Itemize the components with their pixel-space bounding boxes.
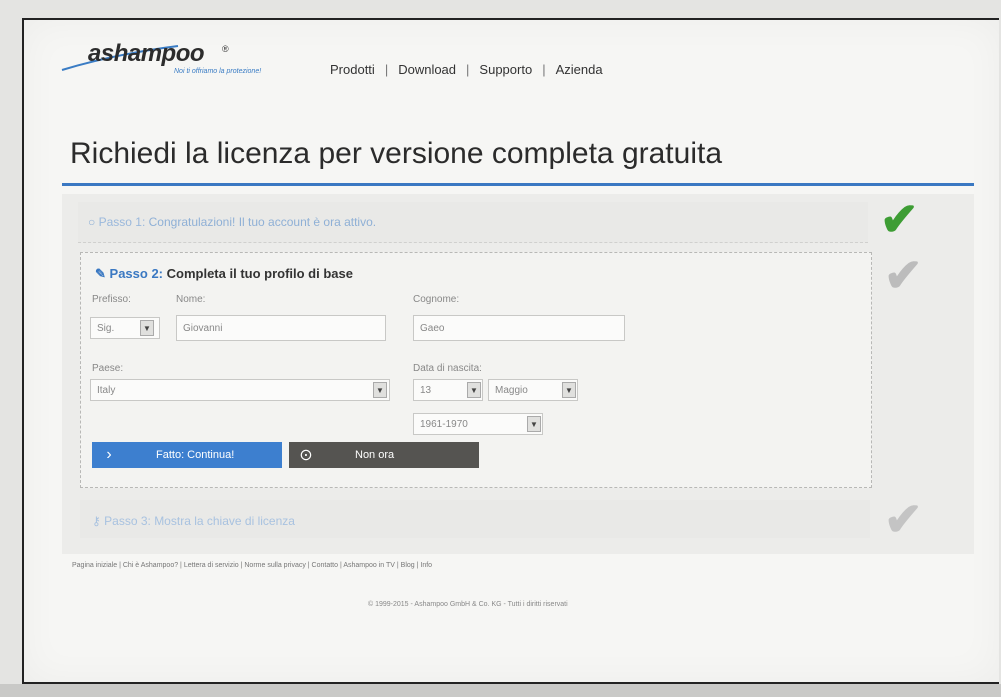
step-3-text: Mostra la chiave di licenza bbox=[154, 514, 295, 528]
nav-supporto[interactable]: Supporto bbox=[479, 62, 532, 77]
select-arrow-icon[interactable]: ▼ bbox=[562, 382, 576, 398]
main-nav: Prodotti | Download | Supporto | Azienda bbox=[330, 62, 603, 77]
pencil-icon: ✎ bbox=[95, 266, 106, 281]
step-1-prefix: Passo 1: bbox=[98, 215, 146, 229]
nav-azienda[interactable]: Azienda bbox=[556, 62, 603, 77]
prefix-label: Prefisso: bbox=[92, 294, 131, 305]
step-1-text: Congratulazioni! Il tuo account è ora at… bbox=[148, 215, 377, 229]
page-title: Richiedi la licenza per versione complet… bbox=[70, 137, 723, 170]
step-2-prefix: Passo 2: bbox=[109, 266, 164, 281]
footer-copyright: © 1999-2015 - Ashampoo GmbH & Co. KG - T… bbox=[368, 601, 568, 608]
nav-separator: | bbox=[384, 62, 389, 77]
name-label: Nome: bbox=[176, 294, 206, 305]
select-arrow-icon[interactable]: ▼ bbox=[527, 416, 541, 432]
nav-download[interactable]: Download bbox=[398, 62, 456, 77]
checkmark-icon: ✔ bbox=[884, 249, 923, 301]
birthdate-label: Data di nascita: bbox=[413, 363, 482, 374]
checkmark-icon: ✔ bbox=[880, 193, 919, 245]
checkmark-icon: ✔ bbox=[884, 493, 923, 545]
circle-icon: ○ bbox=[88, 215, 96, 229]
select-arrow-icon[interactable]: ▼ bbox=[467, 382, 481, 398]
surname-field[interactable]: Gaeo bbox=[413, 315, 625, 341]
step-1-heading: ○ Passo 1: Congratulazioni! Il tuo accou… bbox=[88, 215, 376, 229]
logo-tagline: Noi ti offriamo la protezione! bbox=[174, 68, 262, 75]
nav-prodotti[interactable]: Prodotti bbox=[330, 62, 375, 77]
select-arrow-icon[interactable]: ▼ bbox=[373, 382, 387, 398]
not-now-button[interactable]: ⊙ Non ora bbox=[289, 442, 479, 468]
bottom-edge bbox=[0, 684, 1001, 697]
chevron-right-icon: › bbox=[106, 446, 112, 463]
continue-button[interactable]: › Fatto: Continua! bbox=[92, 442, 282, 468]
nav-separator: | bbox=[542, 62, 546, 77]
title-divider bbox=[62, 183, 974, 186]
step-3-heading: ⚷ Passo 3: Mostra la chiave di licenza bbox=[92, 514, 295, 528]
name-field[interactable]: Giovanni bbox=[176, 315, 386, 341]
country-select[interactable]: Italy bbox=[90, 379, 390, 401]
step-3-prefix: Passo 3: bbox=[104, 514, 151, 528]
surname-label: Cognome: bbox=[413, 294, 460, 305]
nav-separator: | bbox=[466, 62, 470, 77]
cancel-icon: ⊙ bbox=[299, 447, 313, 464]
footer-links[interactable]: Pagina iniziale | Chi è Ashampoo? | Lett… bbox=[72, 562, 432, 569]
key-icon: ⚷ bbox=[92, 514, 101, 528]
select-arrow-icon[interactable]: ▼ bbox=[140, 320, 154, 336]
logo-registered-mark: ® bbox=[222, 44, 229, 54]
birth-year-select[interactable]: 1961-1970 bbox=[413, 413, 543, 435]
step-2-title: Completa il tuo profilo di base bbox=[166, 266, 353, 281]
ashampoo-logo[interactable]: ashampoo bbox=[88, 40, 205, 68]
country-label: Paese: bbox=[92, 363, 124, 374]
step-2-heading: ✎ Passo 2: Completa il tuo profilo di ba… bbox=[95, 266, 353, 282]
